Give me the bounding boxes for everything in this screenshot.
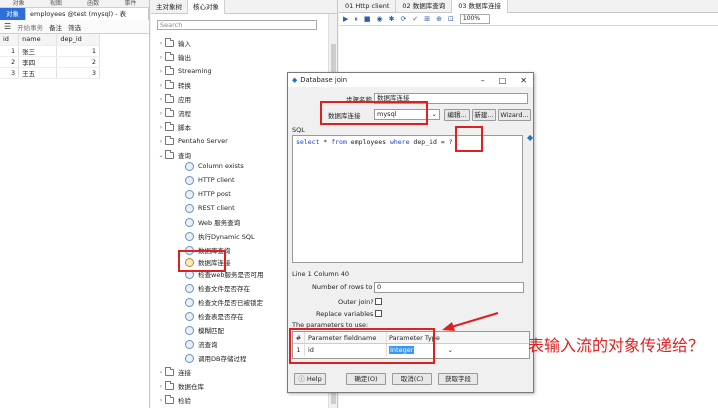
annotation-text: 表输入流的对象传递给？ — [528, 336, 705, 355]
